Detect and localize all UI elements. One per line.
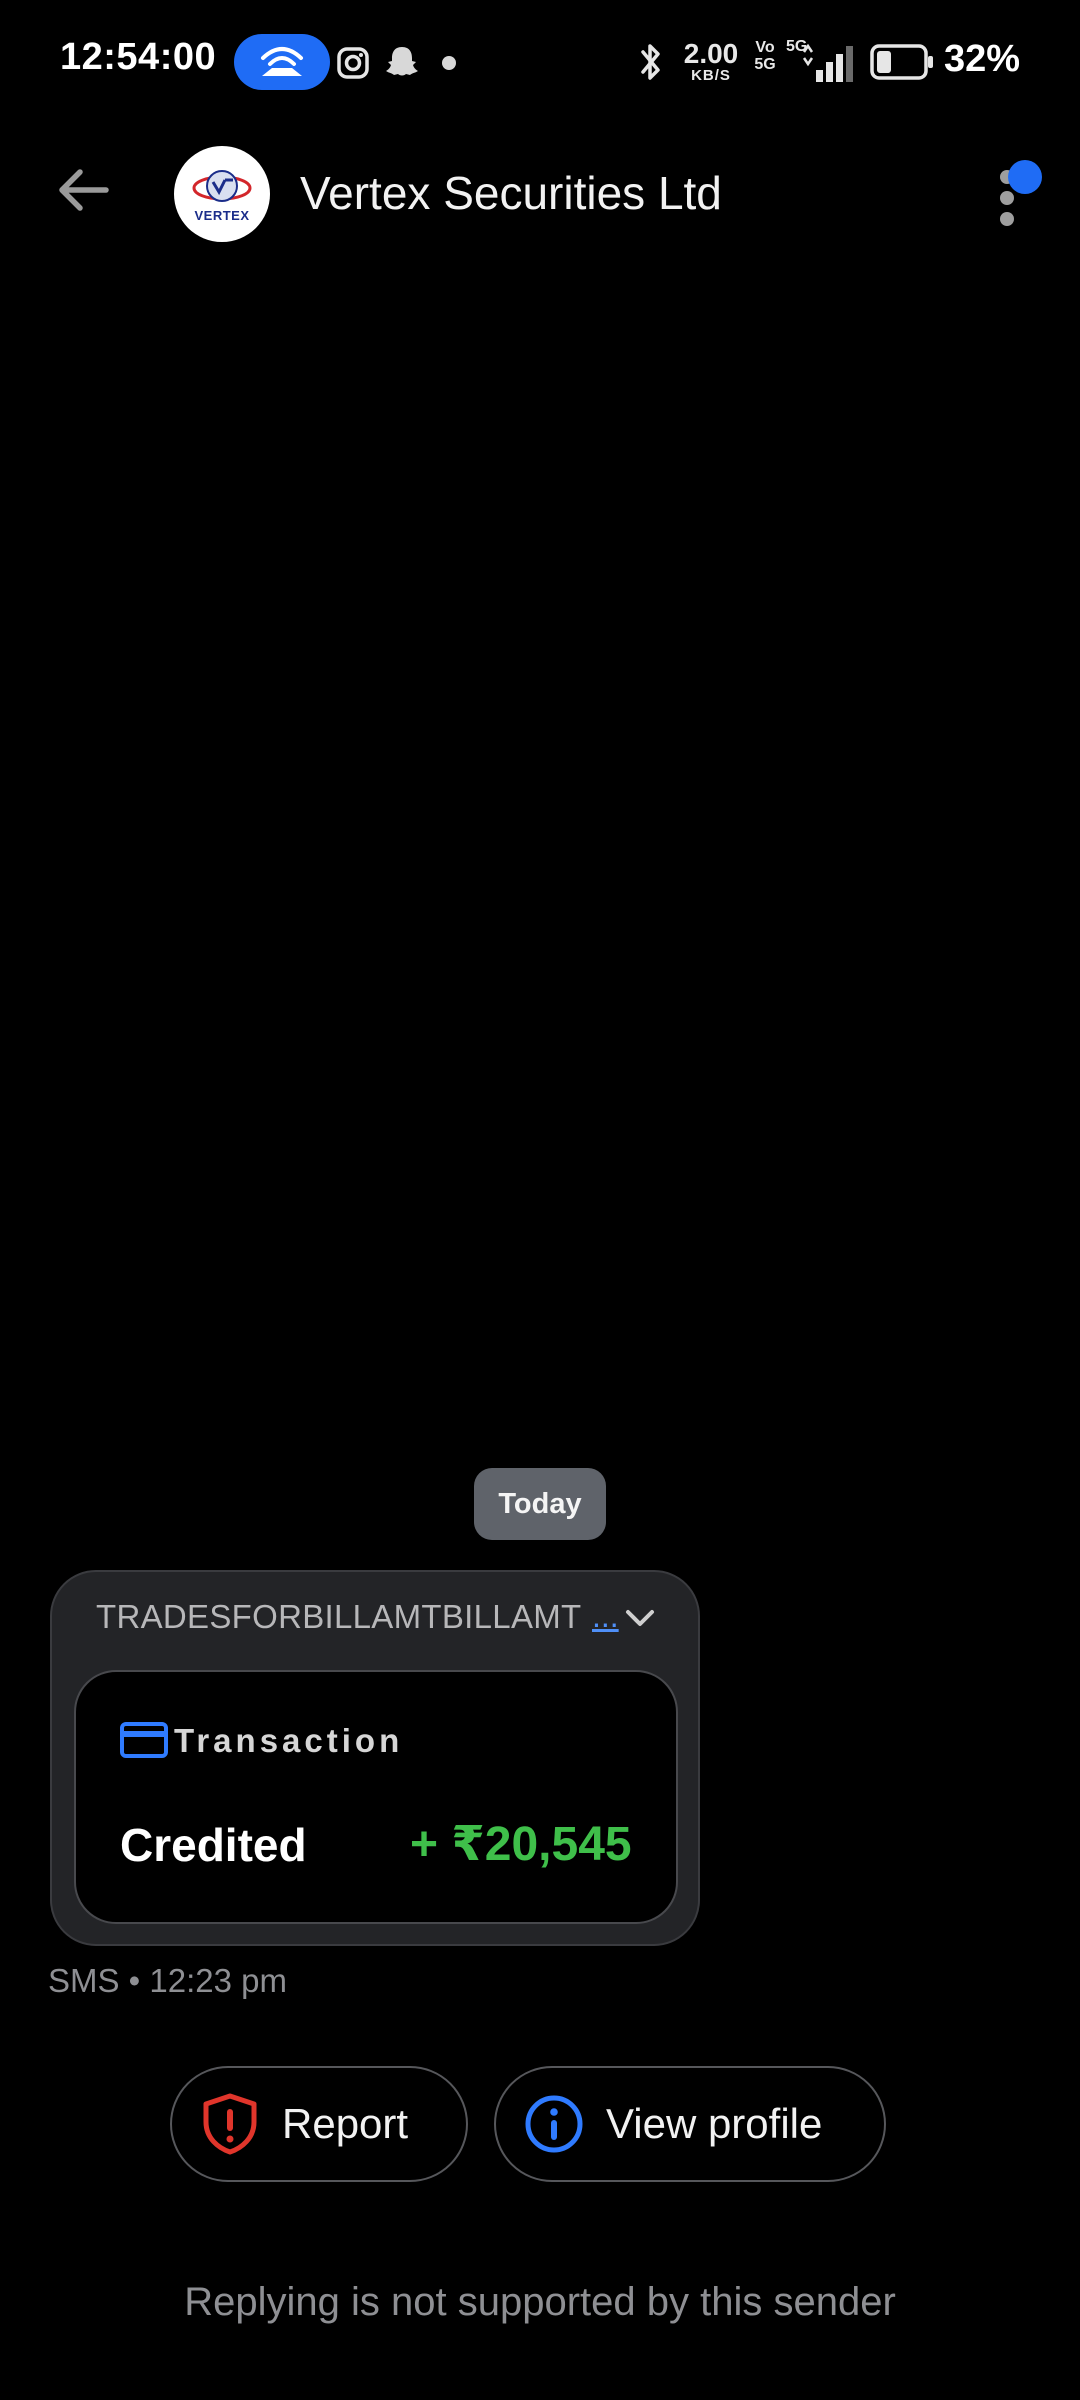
hotspot-icon[interactable] (234, 34, 330, 90)
message-more-link[interactable]: ... (592, 1598, 619, 1635)
reply-disabled-note: Replying is not supported by this sender (184, 2280, 896, 2324)
network-speed-unit: KB/S (691, 67, 731, 84)
view-profile-label: View profile (606, 2100, 823, 2147)
back-button[interactable] (54, 160, 114, 220)
signal-strength-icon (800, 42, 856, 84)
sender-name[interactable]: Vertex Securities Ltd (300, 166, 722, 220)
notification-dot-icon (442, 56, 456, 70)
battery-icon (870, 44, 934, 80)
more-vert-icon-dot (1000, 191, 1014, 205)
more-vert-icon-dot (1000, 212, 1014, 226)
transaction-amount: + ₹20,545 (410, 1818, 632, 1871)
avatar-logo-text: VERTEX (194, 207, 250, 223)
shield-alert-icon (200, 2093, 260, 2155)
volte-indicator: Vo 5G (752, 39, 778, 74)
battery-percent: 32% (944, 38, 1021, 80)
notification-badge (1008, 160, 1042, 194)
volte-top: Vo (755, 39, 775, 56)
date-chip: Today (474, 1468, 606, 1540)
credit-card-icon (120, 1722, 168, 1758)
info-icon (524, 2094, 584, 2154)
view-profile-button[interactable]: View profile (494, 2066, 886, 2182)
arrow-left-icon (59, 169, 109, 211)
chevron-down-icon (626, 1610, 654, 1626)
report-button[interactable]: Report (170, 2066, 468, 2182)
sender-avatar[interactable]: VERTEX (174, 146, 270, 242)
bluetooth-icon (636, 40, 666, 84)
transaction-label: Credited (120, 1819, 307, 1871)
expand-message-button[interactable] (620, 1598, 660, 1638)
vertex-logo-icon (192, 169, 252, 202)
snapchat-icon (382, 42, 422, 82)
message-meta: SMS • 12:23 pm (48, 1962, 287, 1999)
report-label: Report (282, 2100, 409, 2147)
transaction-card[interactable] (74, 1670, 678, 1924)
status-time: 12:54:00 (60, 36, 217, 78)
transaction-card-title: Transaction (174, 1722, 404, 1759)
volte-bottom: 5G (754, 55, 776, 73)
message-header-text: TRADESFORBILLAMTBILLAMT (96, 1598, 582, 1635)
instagram-icon (336, 46, 370, 80)
network-speed: 2.00 KB/S (680, 38, 742, 84)
network-speed-value: 2.00 (683, 38, 739, 69)
